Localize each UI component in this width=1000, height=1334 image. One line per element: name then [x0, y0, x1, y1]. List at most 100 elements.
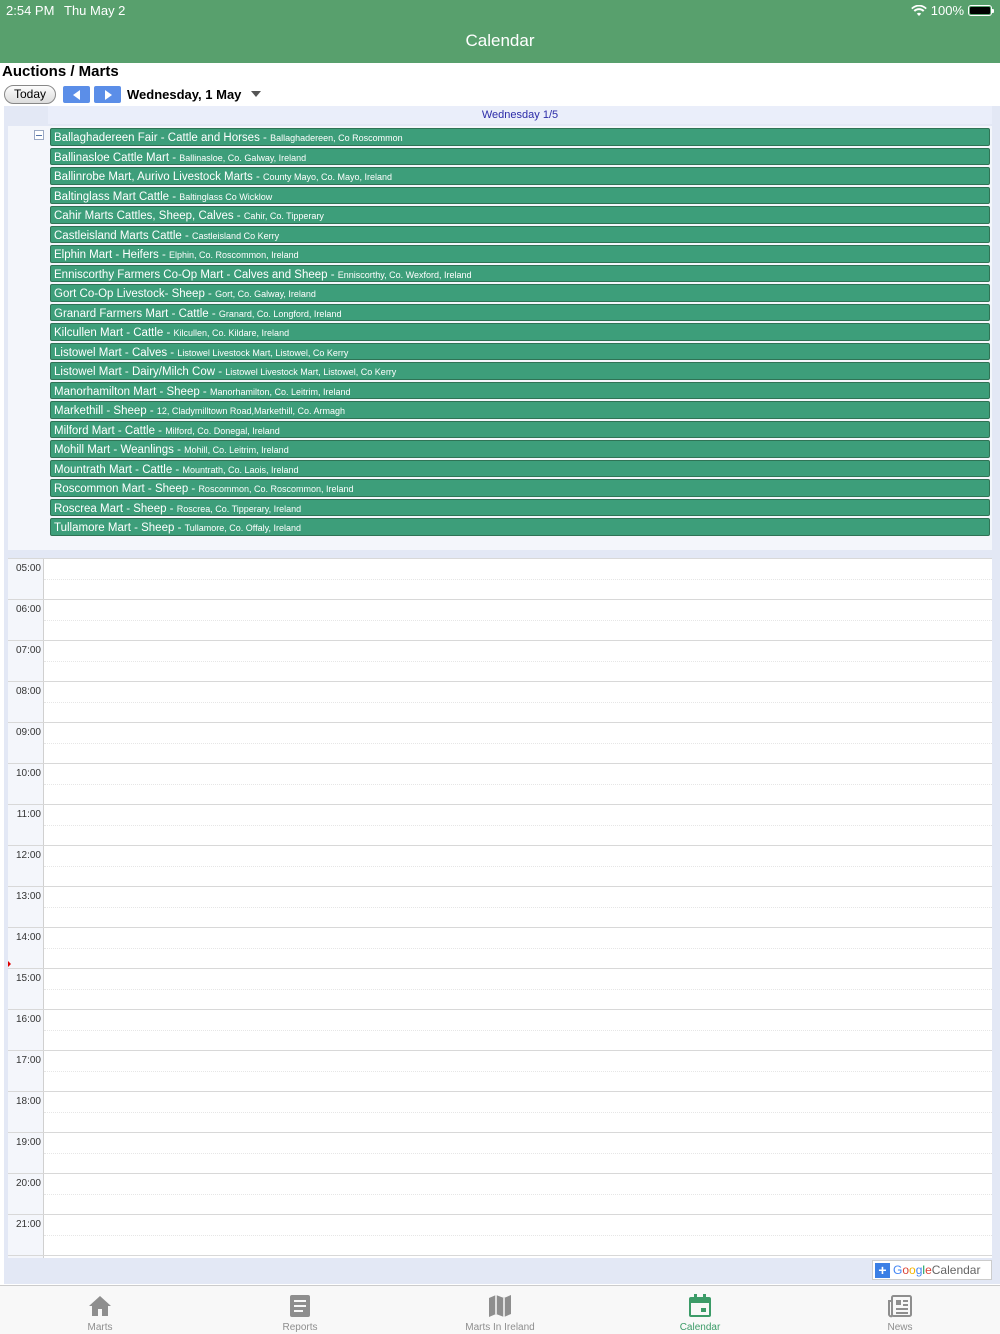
event-location: Listowel Livestock Mart, Listowel, Co Ke…	[177, 347, 349, 358]
status-bar: 2:54 PM Thu May 2 100%	[0, 0, 1000, 20]
event-location: Kilcullen, Co. Kildare, Ireland	[173, 328, 290, 338]
event-item[interactable]: Ballinrobe Mart, Aurivo Livestock Marts …	[50, 167, 990, 185]
home-icon	[89, 1296, 111, 1316]
hour-row[interactable]: 07:00	[8, 640, 992, 681]
event-item[interactable]: Ballaghadereen Fair - Cattle and Horses …	[50, 128, 990, 146]
hour-row[interactable]: 19:00	[8, 1132, 992, 1173]
battery-icon	[968, 5, 994, 16]
hour-rows: 05:00 06:00 07:00 08:00 09:00 10:00 11:00 12:00…	[8, 558, 992, 1258]
wifi-icon	[910, 4, 927, 16]
collapse-icon[interactable]	[34, 130, 44, 140]
hour-label: 09:00	[15, 727, 41, 738]
event-item[interactable]: Kilcullen Mart - Cattle - Kilcullen, Co.…	[50, 323, 990, 341]
map-icon	[489, 1295, 511, 1317]
reports-icon	[290, 1295, 310, 1317]
hour-row[interactable]: 15:00	[8, 968, 992, 1009]
event-title: Gort Co-Op Livestock- Sheep -	[54, 288, 216, 300]
hour-row[interactable]: 10:00	[8, 763, 992, 804]
event-item[interactable]: Ballinasloe Cattle Mart - Ballinasloe, C…	[50, 147, 990, 165]
event-title: Listowel Mart - Calves -	[54, 346, 178, 359]
hour-row[interactable]: 09:00	[8, 722, 992, 763]
status-date: Thu May 2	[64, 3, 126, 18]
event-item[interactable]: Gort Co-Op Livestock- Sheep - Gort, Co. …	[50, 284, 990, 302]
tab-marts[interactable]: Marts	[0, 1286, 200, 1334]
hour-row[interactable]: 11:00	[8, 804, 992, 845]
tab-calendar[interactable]: Calendar	[600, 1286, 800, 1334]
hour-row[interactable]: 17:00	[8, 1050, 992, 1091]
half-hour-line	[44, 1112, 992, 1113]
newspaper-icon	[888, 1295, 912, 1318]
hour-row[interactable]: 22:00	[8, 1255, 992, 1258]
event-title: Ballinrobe Mart, Aurivo Livestock Marts …	[54, 171, 263, 183]
hour-label: 05:00	[15, 563, 41, 574]
calendar-toolbar: Today Wednesday, 1 May	[4, 84, 262, 104]
half-hour-line	[44, 907, 992, 908]
hour-row[interactable]: 18:00	[8, 1091, 992, 1132]
half-hour-line	[44, 1071, 992, 1072]
tab-news[interactable]: News	[800, 1286, 1000, 1334]
nav-bar: Calendar	[0, 20, 1000, 63]
plus-icon: +	[875, 1262, 890, 1278]
hour-label: 20:00	[15, 1178, 41, 1189]
event-item[interactable]: Tullamore Mart - Sheep - Tullamore, Co. …	[50, 518, 990, 536]
event-item[interactable]: Roscrea Mart - Sheep - Roscrea, Co. Tipp…	[50, 498, 990, 516]
event-item[interactable]: Cahir Marts Cattles, Sheep, Calves - Cah…	[50, 206, 990, 224]
hour-row[interactable]: 05:00	[8, 558, 992, 599]
tab-marts-in-ireland[interactable]: Marts In Ireland	[400, 1286, 600, 1334]
event-location: 12, Cladymilltown Road,Markethill, Co. A…	[156, 406, 345, 416]
status-right: 100%	[910, 3, 994, 18]
google-logo: Google	[893, 1263, 932, 1277]
tab-bar: Marts Reports Marts In Ireland Calendar …	[0, 1285, 1000, 1334]
day-header: Wednesday 1/5	[48, 106, 992, 124]
event-item[interactable]: Mohill Mart - Weanlings - Mohill, Co. Le…	[50, 440, 990, 458]
event-item[interactable]: Enniscorthy Farmers Co-Op Mart - Calves …	[50, 264, 990, 282]
event-location: Roscommon, Co. Roscommon, Ireland	[198, 484, 354, 494]
hour-row[interactable]: 13:00	[8, 886, 992, 927]
hour-row[interactable]: 21:00	[8, 1214, 992, 1255]
event-location: Ballinasloe, Co. Galway, Ireland	[179, 152, 307, 163]
event-item[interactable]: Markethill - Sheep - 12, Cladymilltown R…	[50, 401, 990, 419]
hour-label: 17:00	[15, 1055, 41, 1066]
hour-row[interactable]: 14:00	[8, 927, 992, 968]
event-item[interactable]: Castleisland Marts Cattle - Castleisland…	[50, 225, 990, 243]
event-title: Mohill Mart - Weanlings -	[54, 444, 185, 456]
hour-label: 08:00	[15, 686, 41, 697]
event-title: Elphin Mart - Heifers -	[54, 249, 170, 261]
event-item[interactable]: Mountrath Mart - Cattle - Mountrath, Co.…	[50, 459, 990, 477]
tab-label: Reports	[282, 1322, 318, 1333]
hour-row[interactable]: 20:00	[8, 1173, 992, 1214]
event-item[interactable]: Milford Mart - Cattle - Milford, Co. Don…	[50, 420, 990, 438]
hour-row[interactable]: 08:00	[8, 681, 992, 722]
all-day-section: Ballaghadereen Fair - Cattle and Horses …	[8, 126, 992, 550]
hour-label: 11:00	[16, 809, 41, 820]
event-item[interactable]: Manorhamilton Mart - Sheep - Manorhamilt…	[50, 381, 990, 399]
hour-label: 16:00	[15, 1014, 41, 1025]
date-dropdown-caret-icon[interactable]	[251, 91, 262, 97]
event-item[interactable]: Granard Farmers Mart - Cattle - Granard,…	[50, 303, 990, 321]
event-item[interactable]: Elphin Mart - Heifers - Elphin, Co. Rosc…	[50, 245, 990, 263]
event-item[interactable]: Baltinglass Mart Cattle - Baltinglass Co…	[50, 186, 990, 204]
google-calendar-button[interactable]: + Google Calendar	[872, 1260, 992, 1280]
hour-row[interactable]: 12:00	[8, 845, 992, 886]
hour-row[interactable]: 06:00	[8, 599, 992, 640]
event-item[interactable]: Listowel Mart - Calves - Listowel Livest…	[50, 342, 990, 360]
tab-reports[interactable]: Reports	[200, 1286, 400, 1334]
hour-label: 06:00	[15, 604, 41, 615]
prev-day-button[interactable]	[63, 85, 90, 103]
calendar-icon	[689, 1294, 711, 1317]
next-day-button[interactable]	[94, 85, 121, 103]
event-item[interactable]: Listowel Mart - Dairy/Milch Cow - Listow…	[50, 362, 990, 380]
half-hour-line	[44, 579, 992, 580]
hour-label: 13:00	[15, 891, 41, 902]
event-location: Milford, Co. Donegal, Ireland	[165, 425, 280, 436]
hour-label: 07:00	[15, 645, 41, 656]
hour-label: 15:00	[15, 973, 41, 984]
hour-row[interactable]: 16:00	[8, 1009, 992, 1050]
event-title: Ballaghadereen Fair - Cattle and Horses …	[54, 132, 271, 144]
time-grid[interactable]: 05:00 06:00 07:00 08:00 09:00 10:00 11:00 12:00…	[8, 558, 992, 1258]
event-location: Baltinglass Co Wicklow	[179, 191, 273, 202]
today-button[interactable]: Today	[4, 84, 56, 104]
hour-label: 19:00	[15, 1137, 41, 1148]
event-item[interactable]: Roscommon Mart - Sheep - Roscommon, Co. …	[50, 479, 990, 497]
half-hour-line	[44, 702, 992, 703]
